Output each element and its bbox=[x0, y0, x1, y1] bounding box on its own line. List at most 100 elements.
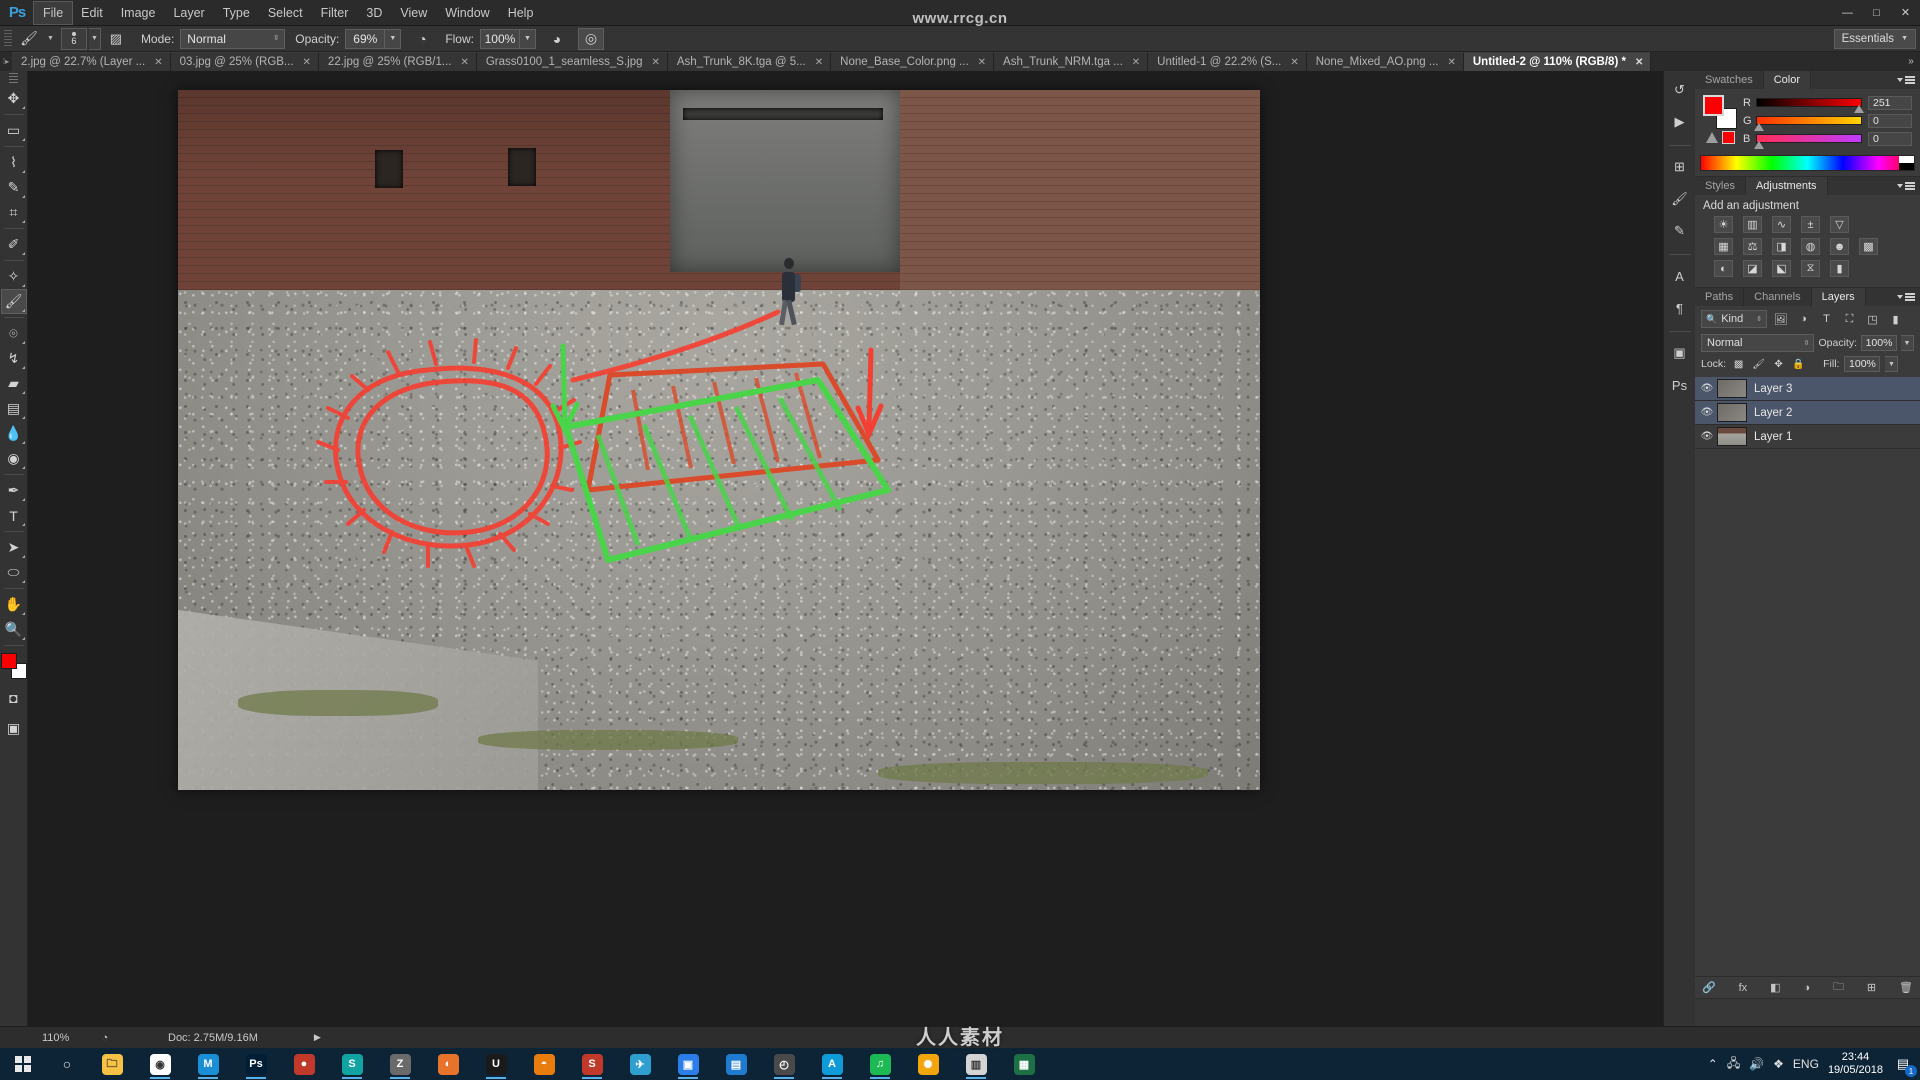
menu-item-type[interactable]: Type bbox=[214, 2, 259, 24]
hand-tool[interactable]: ✋ bbox=[1, 592, 27, 617]
taskbar-app-unreal-engine[interactable]: U bbox=[472, 1048, 520, 1080]
language-indicator[interactable]: ENG bbox=[1793, 1057, 1819, 1071]
network-icon[interactable]: 🖧 bbox=[1727, 1054, 1740, 1075]
taskbar-app-photoshop[interactable]: Ps bbox=[232, 1048, 280, 1080]
type-filter-icon[interactable]: T bbox=[1817, 310, 1836, 328]
pressure-opacity-icon[interactable]: ◔ bbox=[409, 28, 435, 50]
layer-thumbnail[interactable] bbox=[1717, 427, 1747, 446]
paragraph-icon[interactable]: ¶ bbox=[1667, 295, 1693, 321]
slider-thumb[interactable] bbox=[1754, 141, 1765, 149]
close-tab-icon[interactable]: ✕ bbox=[978, 57, 986, 68]
menu-item-layer[interactable]: Layer bbox=[164, 2, 213, 24]
brush-preset-dropdown[interactable]: ▼ bbox=[88, 27, 101, 50]
document-tab[interactable]: Untitled-1 @ 22.2% (S... ✕ bbox=[1148, 52, 1307, 71]
menu-item-window[interactable]: Window bbox=[436, 2, 498, 24]
dodge-tool[interactable]: ◉ bbox=[1, 446, 27, 471]
taskbar-clock[interactable]: 23:44 19/05/2018 bbox=[1828, 1051, 1883, 1077]
panel-tab-channels[interactable]: Channels bbox=[1744, 288, 1812, 306]
color-spectrum-ramp[interactable] bbox=[1700, 155, 1915, 171]
in-gamut-color-swatch[interactable] bbox=[1722, 131, 1735, 144]
document-tab[interactable]: 2.jpg @ 22.7% (Layer ... ✕ bbox=[12, 52, 171, 71]
brush-size-preview[interactable]: 6 bbox=[60, 27, 87, 50]
pixel-filter-icon[interactable]: 🖼 bbox=[1771, 310, 1790, 328]
smartobject-filter-icon[interactable]: ◳ bbox=[1863, 310, 1882, 328]
panel-tab-paths[interactable]: Paths bbox=[1695, 288, 1745, 306]
new-group-icon[interactable]: 🗀 bbox=[1833, 978, 1844, 997]
menu-item-file[interactable]: File bbox=[32, 0, 74, 25]
character-icon[interactable]: A bbox=[1667, 263, 1693, 289]
layer-opacity-input[interactable]: 100% bbox=[1861, 335, 1897, 351]
lock-position-icon[interactable]: ✥ bbox=[1771, 357, 1786, 372]
lock-image-pixels-icon[interactable]: 🖌 bbox=[1751, 357, 1766, 372]
taskbar-app-marvelous-designer[interactable]: M bbox=[184, 1048, 232, 1080]
history-brush-tool[interactable]: ↯ bbox=[1, 346, 27, 371]
rectangular-marquee-tool[interactable]: ▭ bbox=[1, 118, 27, 143]
menu-item-filter[interactable]: Filter bbox=[312, 2, 358, 24]
lock-transparent-pixels-icon[interactable]: ▩ bbox=[1731, 357, 1746, 372]
menu-item-select[interactable]: Select bbox=[259, 2, 312, 24]
color-channel-slider[interactable] bbox=[1756, 98, 1864, 113]
vibrance-icon[interactable]: ▽ bbox=[1830, 216, 1849, 233]
menu-item-view[interactable]: View bbox=[391, 2, 436, 24]
exposure-icon[interactable]: ± bbox=[1801, 216, 1820, 233]
document-tab[interactable]: None_Mixed_AO.png ... ✕ bbox=[1306, 52, 1464, 71]
flow-dropdown[interactable]: ▼ bbox=[519, 28, 536, 49]
delete-layer-icon[interactable]: 🗑 bbox=[1899, 981, 1913, 994]
color-channel-slider[interactable] bbox=[1754, 134, 1862, 149]
workspace-switcher[interactable]: Essentials ▼ bbox=[1833, 28, 1916, 49]
panel-tab-adjustments[interactable]: Adjustments bbox=[1745, 177, 1828, 195]
document-tab[interactable]: 03.jpg @ 25% (RGB... ✕ bbox=[170, 52, 319, 71]
taskbar-app-substance-painter[interactable]: S bbox=[328, 1048, 376, 1080]
document-canvas[interactable] bbox=[178, 90, 1260, 790]
eraser-tool[interactable]: ▰ bbox=[1, 371, 27, 396]
layer-row[interactable]: 👁 Layer 2 bbox=[1695, 401, 1920, 425]
brush-icon[interactable]: 🖌 bbox=[16, 29, 42, 49]
flow-input[interactable]: 100% bbox=[479, 28, 520, 49]
close-tab-icon[interactable]: ✕ bbox=[1447, 57, 1455, 68]
psd-icon[interactable]: Ps bbox=[1667, 372, 1693, 398]
threshold-icon[interactable]: ⬕ bbox=[1772, 260, 1791, 277]
lasso-tool[interactable]: ⌇ bbox=[1, 150, 27, 175]
panel-tab-layers[interactable]: Layers bbox=[1811, 288, 1866, 306]
layer-blend-mode-select[interactable]: Normal ⇳ bbox=[1701, 334, 1815, 352]
taskbar-app-quixel-bridge[interactable]: ▣ bbox=[664, 1048, 712, 1080]
brushes-icon[interactable]: 🖌 bbox=[1667, 186, 1693, 212]
document-tab[interactable]: Ash_Trunk_8K.tga @ 5... ✕ bbox=[667, 52, 832, 71]
actions-icon[interactable]: ▶ bbox=[1667, 109, 1693, 135]
panel-tab-styles[interactable]: Styles bbox=[1695, 177, 1746, 195]
quick-selection-tool[interactable]: ✎ bbox=[1, 175, 27, 200]
menu-item-help[interactable]: Help bbox=[499, 2, 543, 24]
slider-thumb[interactable] bbox=[1754, 123, 1765, 131]
close-tab-icon[interactable]: ✕ bbox=[651, 57, 659, 68]
blend-mode-select[interactable]: Normal ⇳ bbox=[180, 28, 286, 49]
layer-filter-kind-select[interactable]: 🔍 Kind ⇳ bbox=[1701, 310, 1767, 328]
taskbar-app-spotify[interactable]: ♫ bbox=[856, 1048, 904, 1080]
layer-opacity-dropdown[interactable]: ▼ bbox=[1901, 335, 1914, 351]
windows-start-icon[interactable] bbox=[0, 1048, 46, 1080]
close-tab-icon[interactable]: ✕ bbox=[1290, 57, 1298, 68]
taskbar-app-media-player[interactable]: ● bbox=[280, 1048, 328, 1080]
color-panel-menu-icon[interactable] bbox=[1897, 71, 1920, 89]
taskbar-app-excel[interactable]: ▦ bbox=[1000, 1048, 1048, 1080]
shape-filter-icon[interactable]: ⛶ bbox=[1840, 310, 1859, 328]
move-tool[interactable]: ✥ bbox=[1, 86, 27, 111]
adjustment-filter-icon[interactable]: ◑ bbox=[1794, 310, 1813, 328]
color-channel-value[interactable]: 251 bbox=[1868, 95, 1912, 110]
gradient-tool[interactable]: ▤ bbox=[1, 396, 27, 421]
opacity-dropdown[interactable]: ▼ bbox=[385, 28, 402, 49]
zoom-tool[interactable]: 🔍 bbox=[1, 617, 27, 642]
layer-visibility-icon[interactable]: 👁 bbox=[1697, 431, 1717, 442]
black-white-icon[interactable]: ◨ bbox=[1772, 238, 1791, 255]
notifications-icon[interactable]: ▤ 1 bbox=[1892, 1053, 1917, 1077]
new-fill-layer-icon[interactable]: ◑ bbox=[1803, 982, 1810, 994]
taskbar-app-file-explorer[interactable]: 🗀 bbox=[88, 1048, 136, 1080]
foreground-color-swatch[interactable] bbox=[1703, 95, 1724, 116]
layer-mask-icon[interactable]: ◧ bbox=[1770, 981, 1780, 994]
tab-bar-grip[interactable]: ⁞▸ bbox=[0, 52, 12, 71]
close-tab-icon[interactable]: ✕ bbox=[154, 57, 162, 68]
chevron-up-icon[interactable]: ⌃ bbox=[1708, 1057, 1718, 1071]
invert-icon[interactable]: ◐ bbox=[1714, 260, 1733, 277]
chevron-double-right-icon[interactable]: » bbox=[1902, 52, 1920, 71]
gradient-map-icon[interactable]: ▮ bbox=[1830, 260, 1849, 277]
document-tab[interactable]: Grass0100_1_seamless_S.jpg ✕ bbox=[476, 52, 668, 71]
